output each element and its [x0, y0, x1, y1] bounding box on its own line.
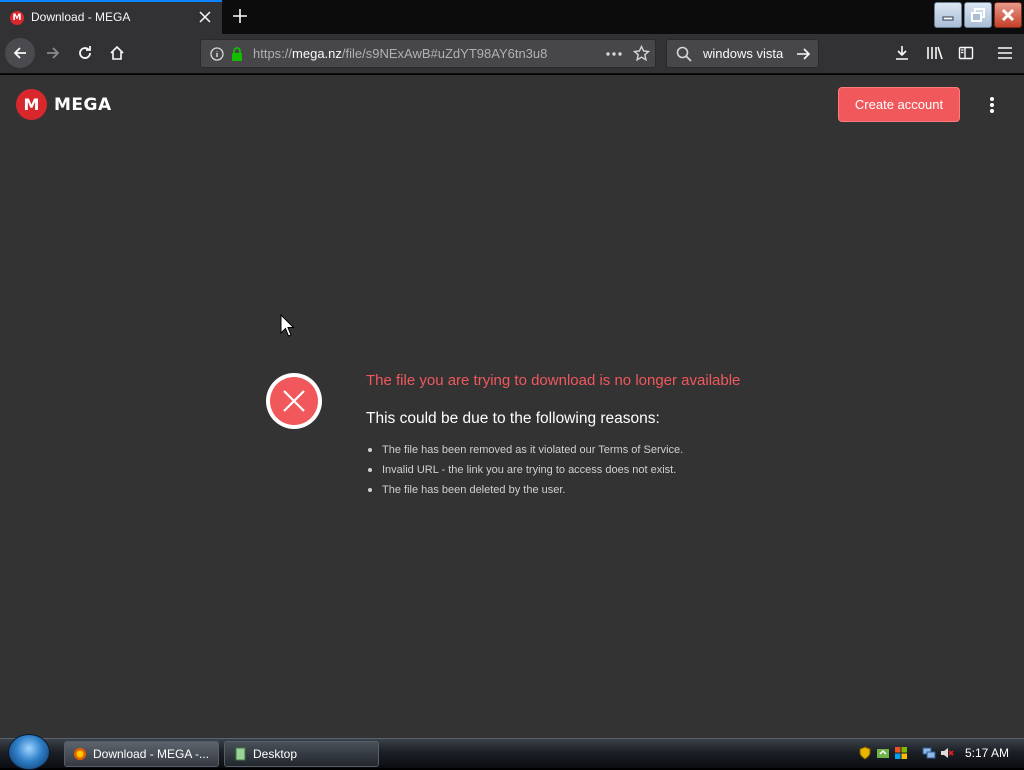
taskbar-item-browser[interactable]: Download - MEGA -... — [64, 741, 219, 767]
create-account-button[interactable]: Create account — [838, 87, 960, 122]
back-arrow-icon — [13, 47, 26, 59]
volume-muted-icon[interactable] — [940, 746, 954, 760]
search-icon — [676, 46, 692, 62]
error-title: The file you are trying to download is n… — [366, 372, 741, 389]
minimize-button[interactable] — [934, 2, 962, 28]
mega-favicon-icon: M — [10, 11, 24, 25]
close-window-button[interactable] — [994, 2, 1022, 28]
tab-strip: M Download - MEGA — [0, 0, 1024, 34]
list-item: The file has been deleted by the user. — [366, 483, 683, 503]
page-actions-menu-icon[interactable] — [605, 47, 623, 61]
folder-icon — [233, 747, 247, 761]
home-icon[interactable] — [109, 45, 125, 61]
search-input[interactable]: windows vista — [703, 46, 783, 61]
downloads-icon[interactable] — [894, 45, 910, 61]
error-subtitle: This could be due to the following reaso… — [366, 410, 660, 427]
info-icon[interactable] — [210, 47, 224, 61]
search-bar[interactable]: windows vista — [666, 39, 819, 68]
more-options-icon[interactable] — [988, 96, 996, 114]
update-icon[interactable] — [876, 746, 890, 760]
start-orb-icon[interactable] — [8, 734, 50, 770]
window-controls — [934, 2, 1022, 28]
taskbar-clock[interactable]: 5:17 AM — [965, 746, 1009, 760]
library-icon[interactable] — [926, 45, 944, 61]
hamburger-menu-icon[interactable] — [997, 46, 1013, 60]
taskbar-item-desktop[interactable]: Desktop — [224, 741, 379, 767]
firefox-icon — [73, 747, 87, 761]
list-item: The file has been removed as it violated… — [366, 443, 683, 463]
reload-icon[interactable] — [77, 45, 93, 61]
page-content: M MEGA Create account The file you are t… — [0, 75, 1024, 738]
mega-logo-icon: M — [16, 89, 47, 120]
sidebar-toggle-icon[interactable] — [958, 45, 974, 61]
navigation-toolbar: https://mega.nz/file/s9NExAwB#uZdYT98AY6… — [0, 34, 1024, 74]
mega-logo[interactable]: M MEGA — [16, 89, 112, 120]
url-bar[interactable]: https://mega.nz/file/s9NExAwB#uZdYT98AY6… — [200, 39, 656, 68]
windows-flag-icon[interactable] — [894, 746, 908, 760]
browser-tab-active[interactable]: M Download - MEGA — [0, 0, 222, 34]
new-tab-plus-icon[interactable] — [232, 8, 248, 24]
restore-button[interactable] — [964, 2, 992, 28]
tab-title: Download - MEGA — [31, 10, 131, 24]
secure-lock-icon[interactable] — [230, 46, 244, 62]
taskbar-item-label: Download - MEGA -... — [93, 747, 210, 761]
mega-logo-text: MEGA — [54, 94, 112, 115]
taskbar-item-label: Desktop — [253, 747, 298, 761]
search-go-arrow-icon[interactable] — [795, 46, 811, 62]
url-text[interactable]: https://mega.nz/file/s9NExAwB#uZdYT98AY6… — [253, 46, 573, 61]
security-shield-icon[interactable] — [858, 746, 872, 760]
bookmark-star-icon[interactable] — [633, 45, 650, 62]
list-item: Invalid URL - the link you are trying to… — [366, 463, 683, 483]
close-tab-icon[interactable] — [199, 11, 211, 23]
forward-arrow-icon[interactable] — [45, 45, 61, 61]
reasons-list: The file has been removed as it violated… — [366, 443, 683, 503]
network-icon[interactable] — [922, 746, 936, 760]
error-x-icon — [266, 373, 322, 429]
back-button[interactable] — [5, 38, 35, 68]
windows-taskbar: Download - MEGA -... Desktop 5:17 AM — [0, 734, 1024, 770]
mouse-cursor-icon — [280, 314, 294, 338]
